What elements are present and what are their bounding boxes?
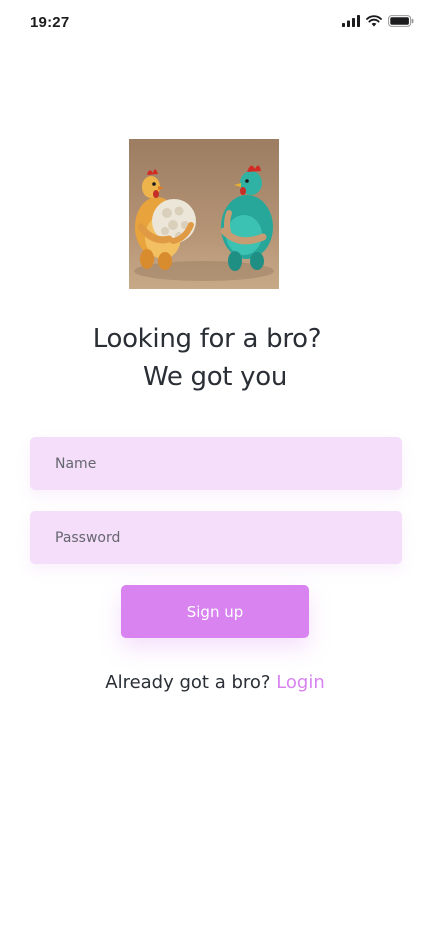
status-bar: 19:27	[0, 0, 430, 44]
password-field[interactable]	[30, 511, 402, 564]
battery-icon	[388, 15, 414, 27]
wifi-icon	[366, 15, 382, 27]
page-title: Looking for a bro? We got you	[0, 320, 430, 396]
name-input[interactable]	[30, 437, 402, 490]
status-time: 19:27	[30, 14, 70, 31]
status-icons	[342, 15, 414, 27]
password-input[interactable]	[30, 511, 402, 564]
name-field[interactable]	[30, 437, 402, 490]
login-prompt: Already got a bro? Login	[0, 672, 430, 693]
login-prompt-text: Already got a bro?	[105, 672, 271, 693]
cellular-signal-icon	[342, 15, 360, 27]
chicken-bros-illustration	[129, 139, 279, 289]
login-link[interactable]: Login	[276, 672, 325, 693]
signup-button[interactable]: Sign up	[121, 585, 309, 638]
headline-line-1: Looking for a bro?	[92, 324, 322, 354]
headline-line-2: We got you	[142, 362, 288, 392]
